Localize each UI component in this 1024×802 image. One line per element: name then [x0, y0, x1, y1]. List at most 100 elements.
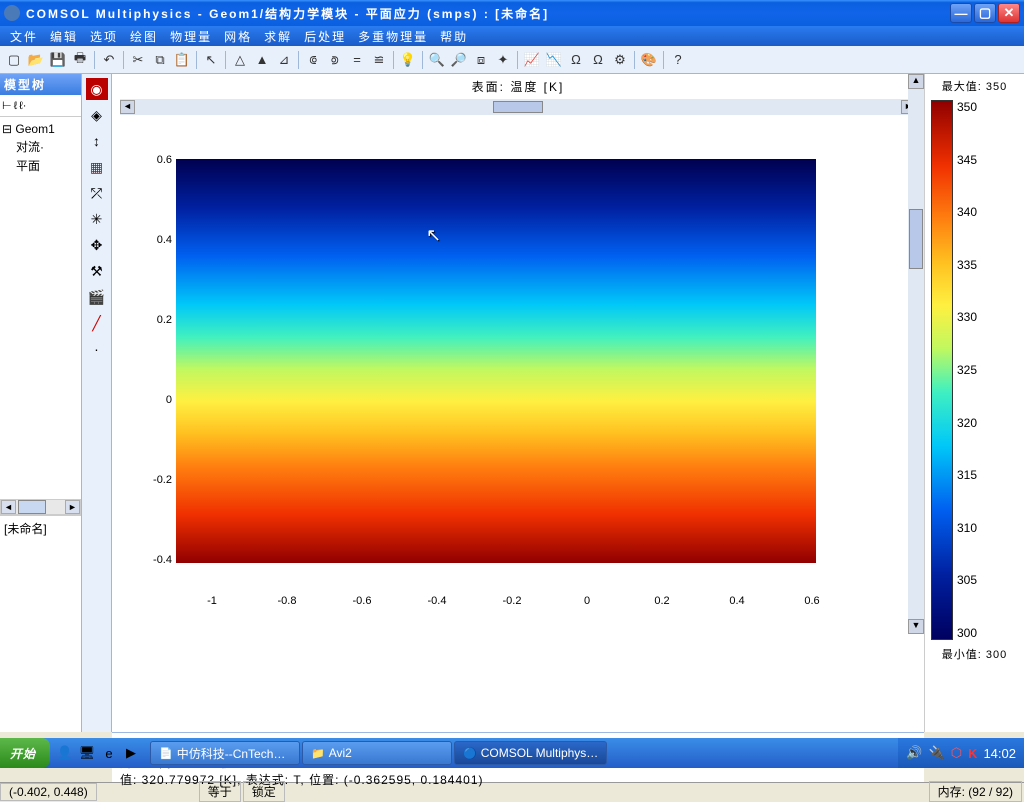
ql-msn-icon[interactable]: 👤 — [56, 744, 74, 762]
plot-area: 表面: 温度 [K] ◄► ↖ 0.6 0.4 0.2 0 -0.2 -0.4 … — [112, 74, 924, 732]
colorbar — [931, 100, 953, 640]
open-icon[interactable]: 📂 — [26, 50, 46, 70]
wrench2-icon[interactable]: ⟄ — [325, 50, 345, 70]
close-button[interactable]: ✕ — [998, 3, 1020, 23]
menu-help[interactable]: 帮助 — [436, 26, 472, 47]
x-tick: 0 — [584, 595, 590, 607]
start-button[interactable]: 开始 — [0, 738, 50, 768]
zoom-extents-icon[interactable]: ✦ — [493, 50, 513, 70]
copy-icon[interactable]: ⧉ — [150, 50, 170, 70]
gear-icon[interactable]: ⚙ — [610, 50, 630, 70]
sideicon-tool-icon[interactable]: ⚒ — [86, 260, 108, 282]
plot2-icon[interactable]: 📉 — [544, 50, 564, 70]
tray-icon[interactable]: 🔊 — [906, 745, 922, 761]
wrench-icon[interactable]: ⟃ — [303, 50, 323, 70]
sideicon-snow-icon[interactable]: ✳ — [86, 208, 108, 230]
ql-ie-icon[interactable]: e — [100, 744, 118, 762]
menu-physics[interactable]: 物理量 — [166, 26, 216, 47]
plot1-icon[interactable]: 📈 — [522, 50, 542, 70]
zoom-in-icon[interactable]: 🔍 — [427, 50, 447, 70]
tree-root[interactable]: ⊟ Geom1 — [2, 121, 79, 137]
plot-hscroll[interactable]: ◄► — [120, 99, 916, 115]
y-tick: 0.4 — [146, 234, 172, 246]
menu-draw[interactable]: 绘图 — [126, 26, 162, 47]
triangle-icon[interactable]: △ — [230, 50, 250, 70]
zoom-out-icon[interactable]: 🔎 — [449, 50, 469, 70]
y-tick: 0.6 — [146, 154, 172, 166]
colorbar-ticks: 350345340 335330325 320315310 305300 — [953, 100, 977, 640]
app-icon — [4, 5, 20, 21]
x-tick: -0.8 — [278, 595, 297, 607]
bulb-icon[interactable]: 💡 — [398, 50, 418, 70]
task-button[interactable]: 📄 中仿科技--CnTech… — [150, 741, 300, 765]
colorbar-panel: 最大值: 350 350345340 335330325 320315310 3… — [924, 74, 1024, 732]
status-lock: 锁定 — [243, 781, 285, 802]
maximize-button[interactable]: ▢ — [974, 3, 996, 23]
menu-file[interactable]: 文件 — [6, 26, 42, 47]
temperature-field — [176, 159, 816, 563]
y-tick: 0 — [146, 394, 172, 406]
x-tick: 0.6 — [804, 595, 819, 607]
plot-title: 表面: 温度 [K] — [112, 74, 924, 99]
window-title: COMSOL Multiphysics - Geom1/结构力学模块 - 平面应… — [26, 5, 950, 22]
menu-solve[interactable]: 求解 — [260, 26, 296, 47]
x-tick: -1 — [207, 595, 217, 607]
menu-options[interactable]: 选项 — [86, 26, 122, 47]
print-icon[interactable]: 🖶 — [70, 50, 90, 70]
save-icon[interactable]: 💾 — [48, 50, 68, 70]
cut-icon[interactable]: ✂ — [128, 50, 148, 70]
sideicon-dot-icon[interactable]: · — [86, 338, 108, 360]
tree-hscroll[interactable]: ◄► — [0, 499, 81, 515]
task-button[interactable]: 📁 Avi2 — [302, 741, 452, 765]
tray-icon[interactable]: 🔌 — [929, 745, 945, 761]
tree-tool-icon[interactable]: ⊢ — [2, 99, 12, 112]
sideicon-film-icon[interactable]: 🎬 — [86, 286, 108, 308]
sideicon-move-icon[interactable]: ✥ — [86, 234, 108, 256]
x-tick: -0.4 — [428, 595, 447, 607]
sideicon-layers-icon[interactable]: ◈ — [86, 104, 108, 126]
plot-canvas[interactable]: ↖ 0.6 0.4 0.2 0 -0.2 -0.4 -1 -0.8 -0.6 -… — [116, 119, 920, 685]
sideicon-arrows-icon[interactable]: ↕ — [86, 130, 108, 152]
axis-icon[interactable]: ⊿ — [274, 50, 294, 70]
minimize-button[interactable]: — — [950, 3, 972, 23]
menu-edit[interactable]: 编辑 — [46, 26, 82, 47]
tray-icon[interactable]: K — [968, 746, 977, 761]
menu-postprocess[interactable]: 后处理 — [300, 26, 350, 47]
sideicon-grid-icon[interactable]: ▦ — [86, 156, 108, 178]
system-tray[interactable]: 🔊 🔌 ⬡ K 14:02 — [898, 738, 1024, 768]
palette-icon[interactable]: 🎨 — [639, 50, 659, 70]
x-tick: -0.2 — [503, 595, 522, 607]
omega2-icon[interactable]: Ω — [588, 50, 608, 70]
taskbar: 开始 👤 🖥 e ▶ 📄 中仿科技--CnTech… 📁 Avi2 🔵 COMS… — [0, 738, 1024, 768]
x-tick: -0.6 — [353, 595, 372, 607]
tree-node[interactable]: 平面 — [2, 156, 79, 175]
tree-node[interactable]: 对流· — [2, 137, 79, 156]
help-icon[interactable]: ? — [668, 50, 688, 70]
sideicon-graph-icon[interactable]: ⤱ — [86, 182, 108, 204]
zoom-window-icon[interactable]: ⧈ — [471, 50, 491, 70]
triangle2-icon[interactable]: ▲ — [252, 50, 272, 70]
task-button[interactable]: 🔵 COMSOL Multiphys… — [454, 741, 607, 765]
approx-icon[interactable]: ≌ — [369, 50, 389, 70]
menu-mesh[interactable]: 网格 — [220, 26, 256, 47]
new-icon[interactable]: ▢ — [4, 50, 24, 70]
colorbar-max: 最大值: 350 — [931, 78, 1018, 94]
menu-multiphysics[interactable]: 多重物理量 — [354, 26, 432, 47]
tray-icon[interactable]: ⬡ — [951, 745, 962, 761]
sideicon-target-icon[interactable]: ◉ — [86, 78, 108, 100]
ql-media-icon[interactable]: ▶ — [122, 744, 140, 762]
sideicon-line-icon[interactable]: ╱ — [86, 312, 108, 334]
tree-tool-icon[interactable]: ℓ· — [19, 100, 26, 112]
plot-vscroll[interactable]: ▲▼ — [908, 74, 924, 634]
status-coords: (-0.402, 0.448) — [0, 783, 97, 801]
ql-desktop-icon[interactable]: 🖥 — [78, 744, 96, 762]
equals-icon[interactable]: = — [347, 50, 367, 70]
tray-clock: 14:02 — [983, 746, 1016, 761]
paste-icon[interactable]: 📋 — [172, 50, 192, 70]
tree-tool-icon[interactable]: ℓ — [14, 100, 18, 112]
side-toolbar: ◉ ◈ ↕ ▦ ⤱ ✳ ✥ ⚒ 🎬 ╱ · — [82, 74, 112, 732]
y-tick: -0.2 — [146, 474, 172, 486]
pointer-icon[interactable]: ↖ — [201, 50, 221, 70]
undo-icon[interactable]: ↶ — [99, 50, 119, 70]
omega-icon[interactable]: Ω — [566, 50, 586, 70]
